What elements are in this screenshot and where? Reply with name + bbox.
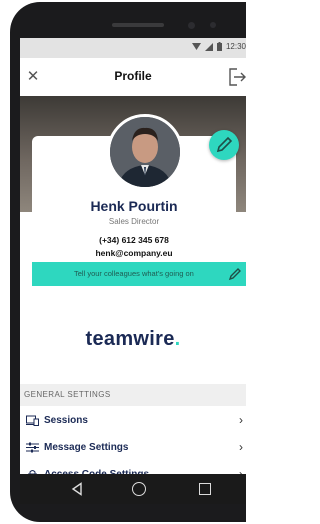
profile-email[interactable]: henk@company.eu: [32, 248, 236, 258]
profile-phone[interactable]: (+34) 612 345 678: [32, 235, 236, 245]
sensor: [210, 22, 216, 28]
status-placeholder: Tell your colleagues what's going on: [74, 269, 194, 278]
section-title: GENERAL SETTINGS: [24, 390, 111, 399]
settings-item-sessions[interactable]: Sessions ›: [20, 407, 246, 435]
pencil-icon[interactable]: [228, 267, 242, 281]
teamwire-logo: teamwire.: [20, 328, 246, 351]
status-message-input[interactable]: Tell your colleagues what's going on: [32, 262, 246, 286]
sliders-icon: [26, 442, 39, 453]
avatar-photo: [110, 117, 180, 187]
pencil-icon: [216, 136, 233, 153]
android-nav-bar: [20, 474, 246, 504]
logout-icon[interactable]: [228, 67, 246, 87]
app-bar: ✕ Profile: [20, 58, 246, 97]
front-camera: [188, 22, 195, 29]
profile-role: Sales Director: [108, 217, 160, 226]
screen: 12:30 ✕ Profile Henk Pourtin Sales Direc…: [20, 38, 246, 504]
signal-icon: [204, 42, 213, 51]
battery-icon: [216, 42, 222, 51]
page-title: Profile: [114, 69, 152, 83]
back-icon[interactable]: [70, 482, 84, 496]
devices-icon: [26, 415, 39, 426]
recents-icon[interactable]: [199, 483, 211, 495]
logo-dot: .: [174, 328, 181, 350]
status-time: 12:30: [225, 42, 246, 51]
profile-name: Henk Pourtin: [90, 198, 178, 214]
settings-item-message-settings[interactable]: Message Settings ›: [20, 434, 246, 462]
status-icons: 12:30: [191, 42, 246, 51]
wifi-icon: [191, 42, 201, 50]
home-icon[interactable]: [132, 482, 146, 496]
phone-frame: 12:30 ✕ Profile Henk Pourtin Sales Direc…: [10, 2, 246, 522]
avatar[interactable]: [107, 114, 183, 190]
chevron-right-icon: ›: [239, 413, 243, 427]
settings-item-label: Sessions: [44, 415, 88, 426]
logo-text: teamwire: [85, 328, 175, 350]
settings-section-header: GENERAL SETTINGS: [20, 384, 246, 406]
edit-profile-button[interactable]: [209, 130, 239, 160]
speaker-grille: [112, 23, 164, 27]
chevron-right-icon: ›: [239, 440, 243, 454]
settings-item-label: Message Settings: [44, 442, 129, 453]
status-bar: 12:30: [20, 38, 246, 58]
